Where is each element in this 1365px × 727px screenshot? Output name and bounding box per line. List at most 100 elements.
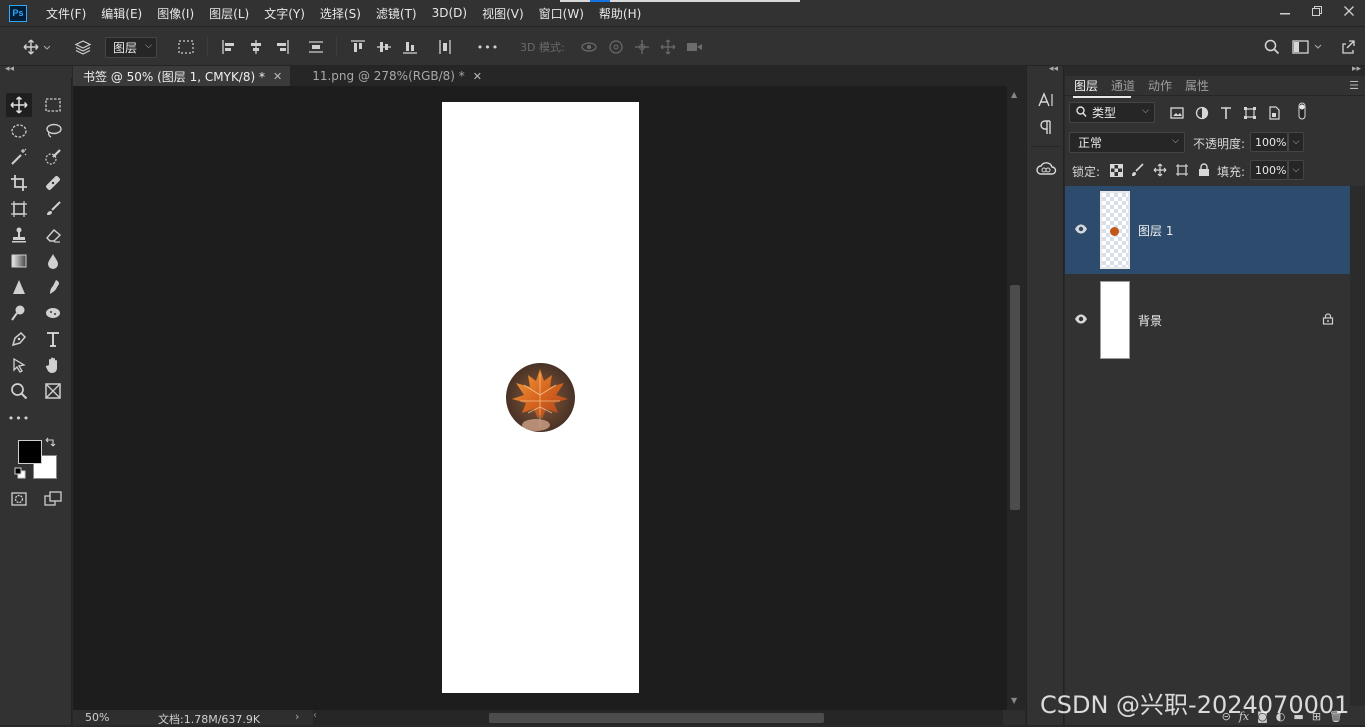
swap-colors-icon[interactable] [40,434,60,450]
brush-tool-icon[interactable] [40,197,66,221]
pixel-layer-filter-icon[interactable] [1168,104,1186,122]
artboard-frame-icon[interactable] [40,379,66,403]
share-icon[interactable] [1337,27,1359,67]
menu-window[interactable]: 窗口(W) [539,5,584,22]
quick-mask-icon[interactable] [6,487,32,511]
zoom-tool-icon[interactable] [6,379,32,403]
edit-toolbar-icon[interactable]: ••• [6,406,32,430]
type-tool-icon[interactable] [40,327,66,351]
paragraph-panel-icon[interactable] [1034,115,1058,139]
panel-menu-icon[interactable]: ☰ [1349,79,1359,92]
transform-controls-icon[interactable] [175,27,197,67]
more-options-icon[interactable]: ••• [476,27,500,67]
lock-artboard-icon[interactable] [1173,161,1191,179]
minimize-icon[interactable] [1269,0,1301,22]
layer-name[interactable]: 图层 1 [1138,222,1173,239]
eraser-tool-icon[interactable] [40,223,66,247]
smudge-tool-icon[interactable] [40,275,66,299]
distribute-horizontal-icon[interactable] [434,27,456,67]
tab-channels[interactable]: 通道 [1111,77,1135,94]
sponge-tool-icon[interactable] [40,301,66,325]
tab-actions[interactable]: 动作 [1148,77,1172,94]
vertical-scrollbar[interactable]: ▲ ▼ [1007,86,1025,710]
lock-all-icon[interactable] [1195,161,1213,179]
close-icon[interactable] [1333,0,1365,22]
sharpen-tool-icon[interactable] [6,275,32,299]
layer-thumbnail[interactable] [1100,281,1130,359]
libraries-panel-icon[interactable] [1034,157,1058,181]
pen-tool-icon[interactable] [6,327,32,351]
hand-tool-icon[interactable] [40,353,66,377]
adjustment-layer-filter-icon[interactable] [1193,104,1211,122]
document-tab-11png[interactable]: 11.png @ 278%(RGB/8) * ✕ [290,66,490,86]
3d-slide-icon[interactable] [657,27,679,67]
align-vertical-center-icon[interactable] [373,27,395,67]
layer-row-background[interactable]: 背景 [1065,276,1350,364]
scroll-down-icon[interactable]: ▼ [1011,696,1017,705]
layer-row-layer-1[interactable]: 图层 1 [1065,186,1350,274]
tab-layers[interactable]: 图层 [1074,77,1098,94]
filter-kind-dropdown[interactable]: 类型 ⌵ [1069,102,1155,123]
menu-3d[interactable]: 3D(D) [432,6,467,20]
distribute-vertical-icon[interactable] [305,27,327,67]
menu-file[interactable]: 文件(F) [46,5,86,22]
menu-select[interactable]: 选择(S) [320,5,361,22]
menu-view[interactable]: 视图(V) [482,5,524,22]
collapse-arrows-icon[interactable]: ◂◂ [5,64,14,74]
auto-select-target-dropdown[interactable]: 图层 ⌵ [105,37,157,58]
align-top-icon[interactable] [347,27,369,67]
workspace-switcher-icon[interactable] [1290,27,1326,67]
horizontal-scrollbar[interactable]: ‹ [313,710,1003,725]
3d-orbit-icon[interactable] [578,27,600,67]
3d-roll-icon[interactable] [605,27,627,67]
canvas-workspace[interactable] [73,86,1007,710]
shape-layer-filter-icon[interactable] [1241,104,1259,122]
3d-camera-icon[interactable] [683,27,705,67]
character-panel-icon[interactable] [1034,88,1058,112]
menu-layer[interactable]: 图层(L) [209,5,249,22]
align-bottom-icon[interactable] [399,27,421,67]
eye-icon[interactable] [1074,222,1088,236]
rectangular-marquee-tool-icon[interactable] [40,93,66,117]
maple-leaf-image[interactable] [506,363,575,432]
spot-healing-brush-tool-icon[interactable] [40,171,66,195]
layer-name[interactable]: 背景 [1138,312,1162,329]
status-info-menu-icon[interactable]: › [295,710,299,723]
layer-thumbnail[interactable] [1100,191,1130,269]
horizontal-scroll-thumb[interactable] [489,713,824,723]
fill-input[interactable]: 100% [1250,160,1288,180]
type-layer-filter-icon[interactable] [1217,104,1235,122]
zoom-level-field[interactable]: 50% [85,711,109,724]
opacity-dropdown-icon[interactable]: ⌵ [1288,132,1304,152]
collapse-arrows-icon[interactable]: ◂◂ [1049,64,1058,74]
close-icon[interactable]: ✕ [273,70,282,83]
gradient-tool-icon[interactable] [6,249,32,273]
lock-position-icon[interactable] [1151,161,1169,179]
magic-wand-tool-icon[interactable] [6,145,32,169]
lasso-tool-icon[interactable] [40,119,66,143]
path-selection-tool-icon[interactable] [6,353,32,377]
tab-properties[interactable]: 属性 [1185,77,1209,94]
quick-selection-tool-icon[interactable] [40,145,66,169]
opacity-input[interactable]: 100% [1250,132,1288,152]
scroll-up-icon[interactable]: ▲ [1011,90,1017,99]
restore-icon[interactable] [1301,0,1333,22]
document-canvas[interactable] [442,102,639,693]
menu-image[interactable]: 图像(I) [157,5,194,22]
menu-type[interactable]: 文字(Y) [264,5,305,22]
lock-image-pixels-icon[interactable] [1129,161,1147,179]
lock-transparent-pixels-icon[interactable] [1107,161,1125,179]
screen-mode-icon[interactable] [40,487,66,511]
crop-tool-icon[interactable] [6,171,32,195]
menu-help[interactable]: 帮助(H) [599,5,641,22]
close-icon[interactable]: ✕ [473,70,482,83]
3d-pan-icon[interactable] [631,27,653,67]
fill-dropdown-icon[interactable]: ⌵ [1288,160,1304,180]
collapse-arrows-icon[interactable]: ▸▸ [1352,64,1361,74]
frame-tool-icon[interactable] [6,197,32,221]
clone-stamp-tool-icon[interactable] [6,223,32,247]
vertical-scroll-thumb[interactable] [1010,285,1020,510]
move-tool-icon[interactable] [6,93,32,117]
blend-mode-dropdown[interactable]: 正常 ⌵ [1069,132,1185,153]
dodge-tool-icon[interactable] [6,301,32,325]
